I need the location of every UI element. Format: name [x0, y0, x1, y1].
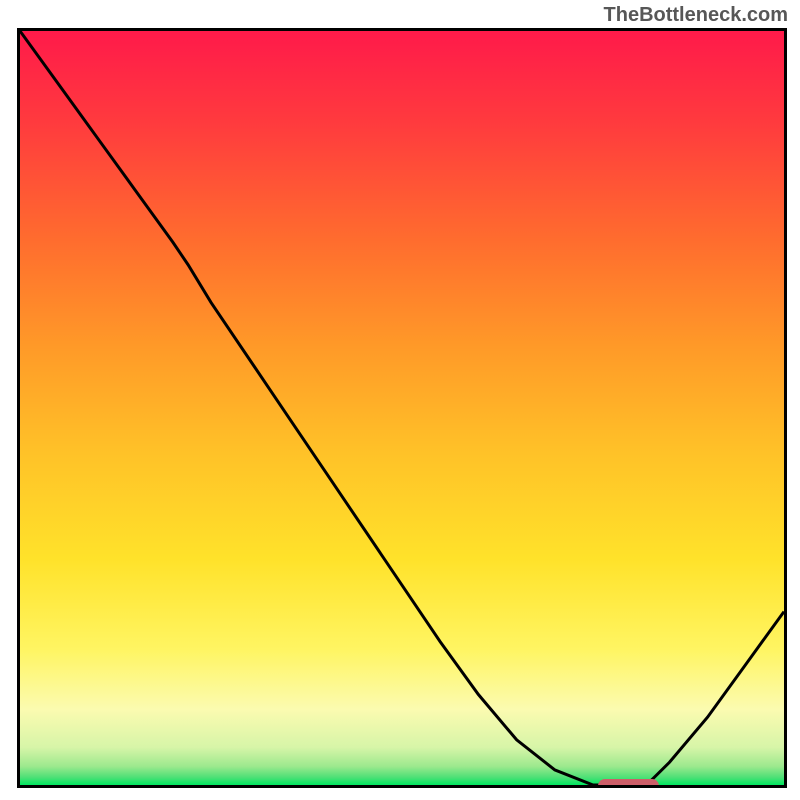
optimal-range-marker — [598, 779, 660, 788]
chart-plot-area — [17, 28, 787, 788]
watermark-text: TheBottleneck.com — [604, 4, 788, 27]
gradient-background — [20, 31, 784, 785]
